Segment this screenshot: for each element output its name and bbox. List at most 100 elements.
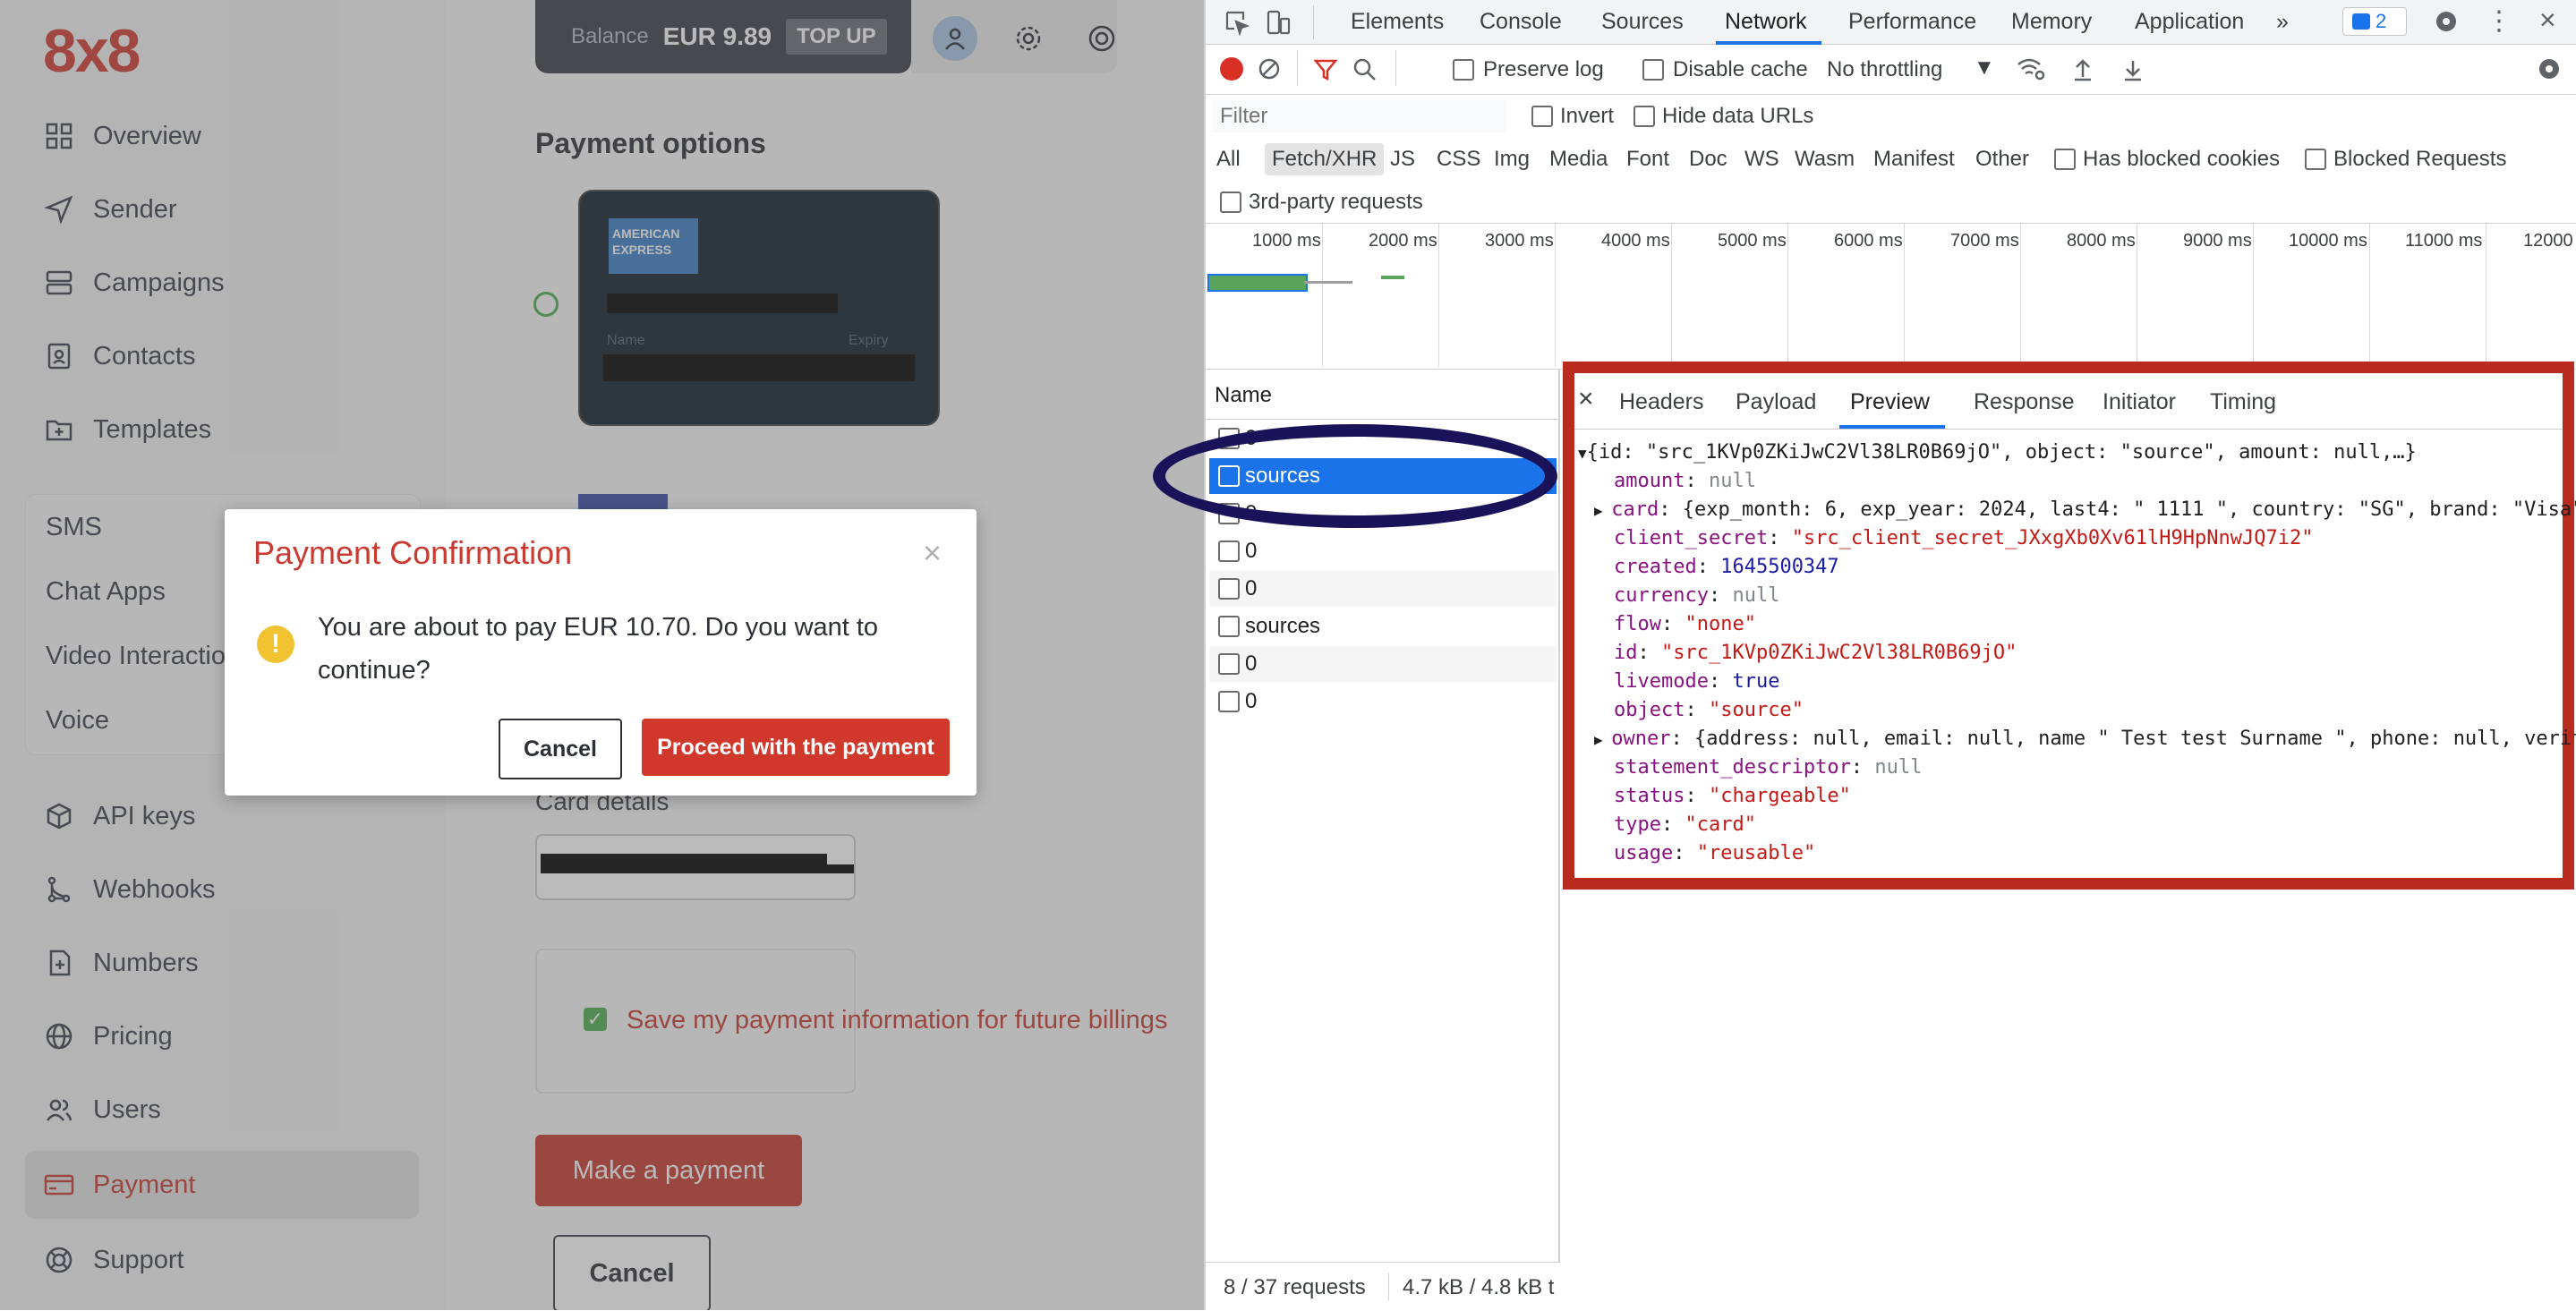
request-name: 0: [1245, 539, 1258, 563]
third-party-checkbox[interactable]: [1220, 192, 1241, 213]
blocked-requests-checkbox[interactable]: [2305, 149, 2326, 170]
request-row[interactable]: 0: [1209, 533, 1557, 569]
filter-font[interactable]: Font: [1626, 147, 1669, 172]
filter-media[interactable]: Media: [1549, 147, 1608, 172]
filter-wasm[interactable]: Wasm: [1795, 147, 1855, 172]
tab-payload[interactable]: Payload: [1736, 389, 1816, 415]
request-name: 0: [1245, 576, 1258, 600]
filter-all[interactable]: All: [1216, 147, 1241, 172]
timeline-bar: [1381, 276, 1404, 279]
request-name: sources: [1245, 614, 1321, 638]
filter-ws[interactable]: WS: [1744, 147, 1779, 172]
hide-data-urls-checkbox[interactable]: [1633, 106, 1655, 127]
timeline-selection[interactable]: [1207, 274, 1308, 292]
clear-icon[interactable]: [1258, 57, 1281, 85]
tab-network[interactable]: Network: [1725, 9, 1807, 35]
tab-divider: [1313, 5, 1314, 39]
tab-sources[interactable]: Sources: [1601, 9, 1684, 35]
tab-elements[interactable]: Elements: [1351, 9, 1444, 35]
preserve-log-checkbox[interactable]: [1453, 59, 1474, 81]
tab-response[interactable]: Response: [1974, 389, 2075, 415]
request-row[interactable]: 0: [1209, 571, 1557, 607]
json-card[interactable]: ▶ card: {exp_month: 6, exp_year: 2024, l…: [1594, 498, 2576, 521]
expand-right-icon: ▶: [1594, 502, 1612, 519]
filter-other[interactable]: Other: [1975, 147, 2029, 172]
inspect-icon[interactable]: [1224, 9, 1250, 40]
grid-line: [1671, 224, 1672, 367]
tab-memory[interactable]: Memory: [2011, 9, 2092, 35]
network-conditions-icon[interactable]: [2017, 57, 2045, 87]
grid-line: [2253, 224, 2254, 367]
chevron-down-icon[interactable]: ▼: [1974, 55, 1995, 81]
network-settings-icon[interactable]: [2536, 55, 2563, 87]
has-blocked-cookies-checkbox[interactable]: [2054, 149, 2076, 170]
request-name: 0: [1245, 689, 1258, 713]
close-devtools-icon[interactable]: ×: [2539, 4, 2556, 37]
disable-cache-checkbox[interactable]: [1642, 59, 1664, 81]
tab-headers[interactable]: Headers: [1619, 389, 1704, 415]
kebab-menu-icon[interactable]: ⋮: [2486, 5, 2512, 37]
filter-img[interactable]: Img: [1494, 147, 1530, 172]
tick-label: 1000 ms: [1252, 231, 1321, 251]
search-icon[interactable]: [1352, 57, 1378, 87]
transfer-size: 4.7 kB / 4.8 kB t: [1403, 1275, 1555, 1299]
issues-badge[interactable]: 2: [2342, 7, 2407, 36]
third-party-row: 3rd-party requests: [1206, 183, 2576, 224]
record-icon[interactable]: [1220, 57, 1243, 81]
timeline-bar: [1304, 281, 1352, 284]
device-toolbar-icon[interactable]: [1265, 9, 1292, 40]
devtools-tabbar: Elements Console Sources Network Perform…: [1206, 0, 2576, 45]
filter-fetch-xhr[interactable]: Fetch/XHR: [1265, 143, 1385, 175]
modal-title: Payment Confirmation: [253, 534, 573, 571]
request-checkbox: [1218, 541, 1240, 562]
message-icon: [2352, 13, 2370, 30]
more-tabs-icon[interactable]: »: [2276, 9, 2289, 35]
request-row[interactable]: 0: [1209, 684, 1557, 719]
json-owner[interactable]: ▶ owner: {address: null, email: null, na…: [1594, 728, 2576, 750]
filter-js[interactable]: JS: [1390, 147, 1415, 172]
filter-icon[interactable]: [1313, 57, 1338, 87]
request-row[interactable]: sources: [1209, 609, 1557, 644]
close-icon[interactable]: ×: [923, 534, 942, 572]
toolbar-divider: [1297, 50, 1298, 86]
close-detail-icon[interactable]: ×: [1578, 384, 1594, 414]
filter-input[interactable]: [1213, 100, 1506, 132]
preview-panel: × Headers Payload Preview Response Initi…: [1563, 362, 2576, 890]
header-divider: [1206, 419, 1558, 420]
json-root[interactable]: ▼{id: "src_1KVp0ZKiJwC2Vl38LR0B69jO", ob…: [1578, 441, 2417, 464]
request-checkbox: [1218, 578, 1240, 600]
devtools-panel: Elements Console Sources Network Perform…: [1153, 0, 2576, 1311]
invert-checkbox[interactable]: [1531, 106, 1553, 127]
tab-application[interactable]: Application: [2135, 9, 2244, 35]
tab-timing[interactable]: Timing: [2210, 389, 2276, 415]
filter-css[interactable]: CSS: [1437, 147, 1480, 172]
export-har-icon[interactable]: [2122, 57, 2144, 87]
tab-initiator[interactable]: Initiator: [2103, 389, 2176, 415]
tick-label: 10000 ms: [2289, 231, 2367, 251]
request-checkbox: [1218, 691, 1240, 712]
throttling-select[interactable]: No throttling: [1827, 57, 1942, 82]
request-checkbox: [1218, 653, 1240, 675]
filter-manifest[interactable]: Manifest: [1873, 147, 1955, 172]
filter-doc[interactable]: Doc: [1689, 147, 1727, 172]
expand-right-icon: ▶: [1594, 731, 1612, 748]
tab-performance[interactable]: Performance: [1848, 9, 1976, 35]
modal-cancel-button[interactable]: Cancel: [499, 719, 622, 779]
proceed-payment-button[interactable]: Proceed with the payment: [642, 719, 950, 776]
tick-label: 4000 ms: [1601, 231, 1670, 251]
invert-label: Invert: [1560, 104, 1615, 128]
grid-line: [1555, 224, 1556, 367]
name-column-header[interactable]: Name: [1215, 383, 1272, 408]
json-object: object: "source": [1614, 699, 1804, 721]
tick-label: 12000: [2523, 231, 2573, 251]
filter-row: Invert Hide data URLs: [1206, 95, 2576, 140]
settings-gear-icon[interactable]: [2432, 7, 2461, 40]
tab-preview[interactable]: Preview: [1850, 389, 1930, 415]
json-livemode: livemode: true: [1614, 670, 1780, 693]
tab-console[interactable]: Console: [1480, 9, 1562, 35]
import-har-icon[interactable]: [2072, 57, 2094, 87]
request-row[interactable]: 0: [1209, 646, 1557, 682]
json-summary: {id: "src_1KVp0ZKiJwC2Vl38LR0B69jO", obj…: [1586, 441, 2417, 464]
tick-label: 3000 ms: [1485, 231, 1554, 251]
tick-label: 8000 ms: [2067, 231, 2136, 251]
